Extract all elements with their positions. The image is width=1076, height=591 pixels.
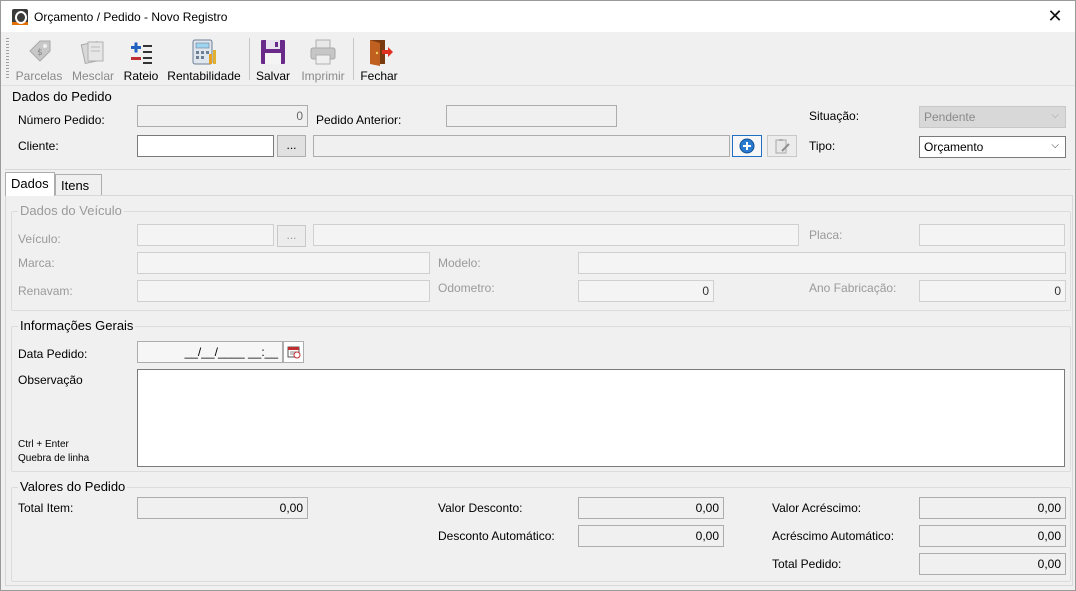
situacao-label: Situação: <box>809 109 860 123</box>
toolbar-separator <box>353 38 354 80</box>
valor-desconto-field[interactable]: 0,00 <box>578 497 724 519</box>
pedido-anterior-field[interactable] <box>446 105 617 127</box>
valor-desconto-label: Valor Desconto: <box>438 501 523 515</box>
exit-door-icon <box>370 40 393 66</box>
line-break-hint: Ctrl + Enter Quebra de linha <box>18 438 89 466</box>
title-bar: Orçamento / Pedido - Novo Registro ✕ <box>1 1 1075 32</box>
modelo-label: Modelo: <box>438 256 481 270</box>
chevron-down-icon: ⌵ <box>1051 110 1059 121</box>
edit-client-button[interactable] <box>767 135 797 157</box>
mesclar-label: Mesclar <box>71 69 114 83</box>
rentabilidade-button[interactable]: Rentabilidade <box>165 34 243 84</box>
cliente-name-field[interactable] <box>313 135 730 157</box>
veiculo-description-field[interactable] <box>313 224 799 246</box>
informacoes-gerais-title: Informações Gerais <box>18 318 136 333</box>
total-item-label: Total Item: <box>18 501 74 515</box>
parcelas-button[interactable]: $ Parcelas <box>13 34 65 84</box>
order-window: Orçamento / Pedido - Novo Registro ✕ $ P… <box>0 0 1076 591</box>
date-picker-button[interactable] <box>283 341 304 363</box>
data-pedido-input[interactable]: __/__/____ __:__ <box>137 341 283 363</box>
calculator-icon <box>192 39 216 65</box>
valores-pedido-title: Valores do Pedido <box>18 479 128 494</box>
imprimir-label: Imprimir <box>301 69 345 83</box>
rateio-button[interactable]: Rateio <box>120 34 162 84</box>
veiculo-label: Veículo: <box>18 232 61 246</box>
cliente-label: Cliente: <box>18 139 59 153</box>
tab-dados[interactable]: Dados <box>5 172 55 196</box>
hint-line-2: Quebra de linha <box>18 453 90 464</box>
observacao-textarea[interactable] <box>137 369 1065 467</box>
plus-circle-icon <box>739 138 755 154</box>
section-divider <box>5 169 1071 170</box>
salvar-label: Salvar <box>255 69 290 83</box>
tipo-value: Orçamento <box>924 140 984 154</box>
total-pedido-field[interactable]: 0,00 <box>919 553 1066 575</box>
tab-itens[interactable]: Itens <box>55 174 102 196</box>
veiculo-lookup-button[interactable]: ... <box>277 225 306 247</box>
ano-fabricacao-label: Ano Fabricação: <box>809 281 897 295</box>
desconto-automatico-field[interactable]: 0,00 <box>578 525 724 547</box>
marca-label: Marca: <box>18 256 55 270</box>
dados-veiculo-title: Dados do Veículo <box>18 203 124 218</box>
close-window-button[interactable]: ✕ <box>1035 1 1075 32</box>
data-pedido-label: Data Pedido: <box>18 347 88 361</box>
add-client-button[interactable] <box>732 135 762 157</box>
acrescimo-automatico-label: Acréscimo Automático: <box>772 529 895 543</box>
observacao-label: Observação <box>18 373 83 387</box>
salvar-button[interactable]: Salvar <box>252 34 294 84</box>
chevron-down-icon: ⌵ <box>1051 140 1059 151</box>
odometro-label: Odometro: <box>438 281 495 295</box>
rateio-label: Rateio <box>123 69 159 83</box>
calendar-icon <box>287 346 300 359</box>
total-pedido-label: Total Pedido: <box>772 557 842 571</box>
situacao-select[interactable]: Pendente ⌵ <box>919 106 1066 128</box>
toolbar-grip[interactable] <box>6 38 9 80</box>
total-item-field[interactable]: 0,00 <box>137 497 308 519</box>
price-tag-icon: $ <box>29 40 51 62</box>
floppy-disk-icon <box>261 40 285 64</box>
veiculo-code-input[interactable] <box>137 224 274 246</box>
imprimir-button[interactable]: Imprimir <box>297 34 349 84</box>
window-title: Orçamento / Pedido - Novo Registro <box>34 10 228 24</box>
ano-fabricacao-field[interactable]: 0 <box>919 280 1066 302</box>
tipo-select[interactable]: Orçamento ⌵ <box>919 136 1066 158</box>
cliente-code-input[interactable] <box>137 135 274 157</box>
fechar-label: Fechar <box>360 69 398 83</box>
mesclar-button[interactable]: Mesclar <box>67 34 119 84</box>
placa-field[interactable] <box>919 224 1065 246</box>
desconto-automatico-label: Desconto Automático: <box>438 529 555 543</box>
situacao-value: Pendente <box>924 110 976 124</box>
marca-field[interactable] <box>137 252 430 274</box>
numero-pedido-label: Número Pedido: <box>18 113 105 127</box>
valor-acrescimo-field[interactable]: 0,00 <box>919 497 1066 519</box>
pedido-anterior-label: Pedido Anterior: <box>316 113 402 127</box>
toolbar: $ Parcelas Mesclar Rateio Rentabilidade … <box>1 32 1075 86</box>
plus-minus-icon <box>131 42 152 64</box>
svg-text:$: $ <box>37 48 43 58</box>
merge-documents-icon <box>80 40 104 65</box>
toolbar-separator <box>249 38 250 80</box>
placa-label: Placa: <box>809 228 843 242</box>
acrescimo-automatico-field[interactable]: 0,00 <box>919 525 1066 547</box>
modelo-field[interactable] <box>578 252 1066 274</box>
printer-icon <box>310 39 336 65</box>
cliente-lookup-button[interactable]: ... <box>277 135 306 157</box>
renavam-field[interactable] <box>137 280 430 302</box>
numero-pedido-field[interactable]: 0 <box>137 105 308 127</box>
tipo-label: Tipo: <box>809 139 836 153</box>
dados-pedido-title: Dados do Pedido <box>12 89 112 104</box>
odometro-field[interactable]: 0 <box>578 280 714 302</box>
parcelas-label: Parcelas <box>15 69 63 83</box>
valor-acrescimo-label: Valor Acréscimo: <box>772 501 862 515</box>
clipboard-edit-icon <box>775 139 790 154</box>
app-logo-icon <box>12 9 28 25</box>
renavam-label: Renavam: <box>18 284 73 298</box>
hint-line-1: Ctrl + Enter <box>18 439 69 450</box>
rentabilidade-label: Rentabilidade <box>167 69 241 83</box>
fechar-button[interactable]: Fechar <box>357 34 401 84</box>
